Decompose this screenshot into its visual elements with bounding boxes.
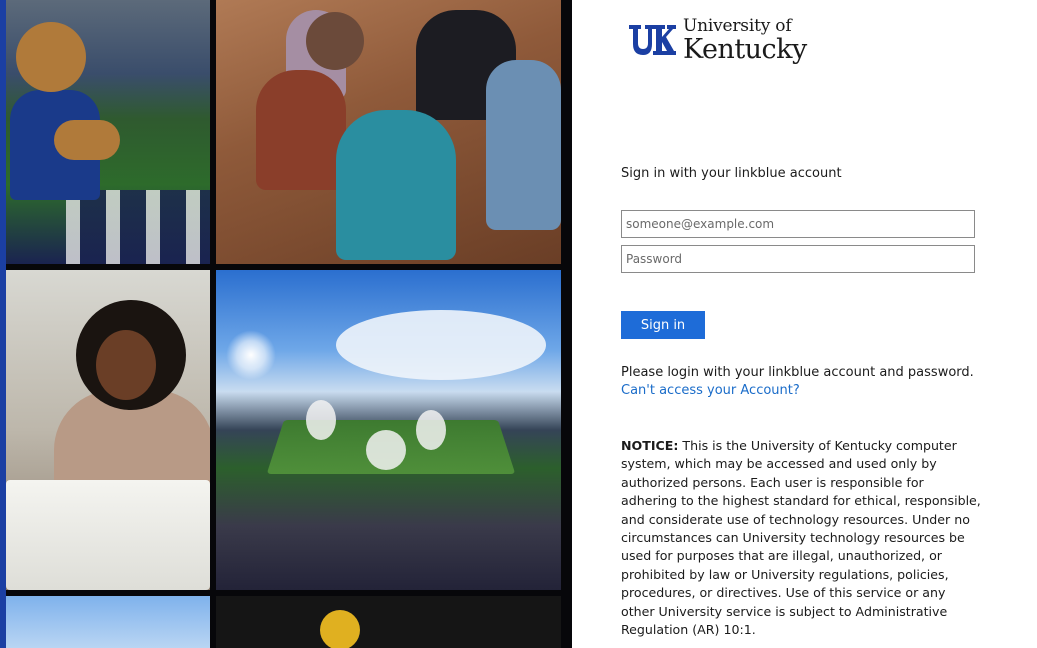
field-stripes bbox=[66, 190, 210, 264]
student-face bbox=[96, 330, 156, 400]
smoke-plume bbox=[306, 400, 336, 440]
smoke-plume bbox=[416, 410, 446, 450]
wordmark-line1: University of bbox=[683, 16, 792, 36]
photo-stadium bbox=[216, 270, 561, 590]
mascot-head bbox=[16, 22, 86, 92]
uk-logo-icon bbox=[629, 24, 676, 55]
student-figure bbox=[486, 60, 561, 230]
student-figure bbox=[336, 110, 456, 260]
username-input[interactable] bbox=[621, 210, 975, 238]
student-figure bbox=[256, 70, 346, 190]
usage-notice: NOTICE: This is the University of Kentuc… bbox=[621, 437, 981, 639]
cant-access-account-link[interactable]: Can't access your Account? bbox=[621, 382, 800, 400]
signin-button[interactable]: Sign in bbox=[621, 311, 705, 339]
mascot-arm bbox=[54, 120, 120, 160]
smoke-plume bbox=[366, 430, 406, 470]
map-pin-icon bbox=[320, 610, 360, 648]
photo-collage bbox=[0, 0, 572, 648]
photo-students-circle bbox=[216, 0, 561, 264]
photo-map-pin bbox=[216, 596, 561, 648]
photo-student-studying bbox=[6, 270, 210, 590]
university-wordmark: University of Kentucky bbox=[683, 16, 807, 65]
notice-body: This is the University of Kentucky compu… bbox=[621, 438, 981, 638]
login-help-text: Please login with your linkblue account … bbox=[621, 365, 974, 380]
cloud bbox=[336, 310, 546, 380]
student-figure bbox=[306, 12, 364, 70]
university-logo: University of Kentucky bbox=[627, 18, 807, 63]
signin-heading: Sign in with your linkblue account bbox=[621, 166, 842, 181]
open-book bbox=[6, 480, 210, 590]
notice-label: NOTICE: bbox=[621, 438, 679, 453]
photo-mascot bbox=[6, 0, 210, 264]
sun-glow bbox=[226, 330, 276, 380]
password-input[interactable] bbox=[621, 245, 975, 273]
wordmark-line2: Kentucky bbox=[683, 34, 807, 65]
photo-sky bbox=[6, 596, 210, 648]
